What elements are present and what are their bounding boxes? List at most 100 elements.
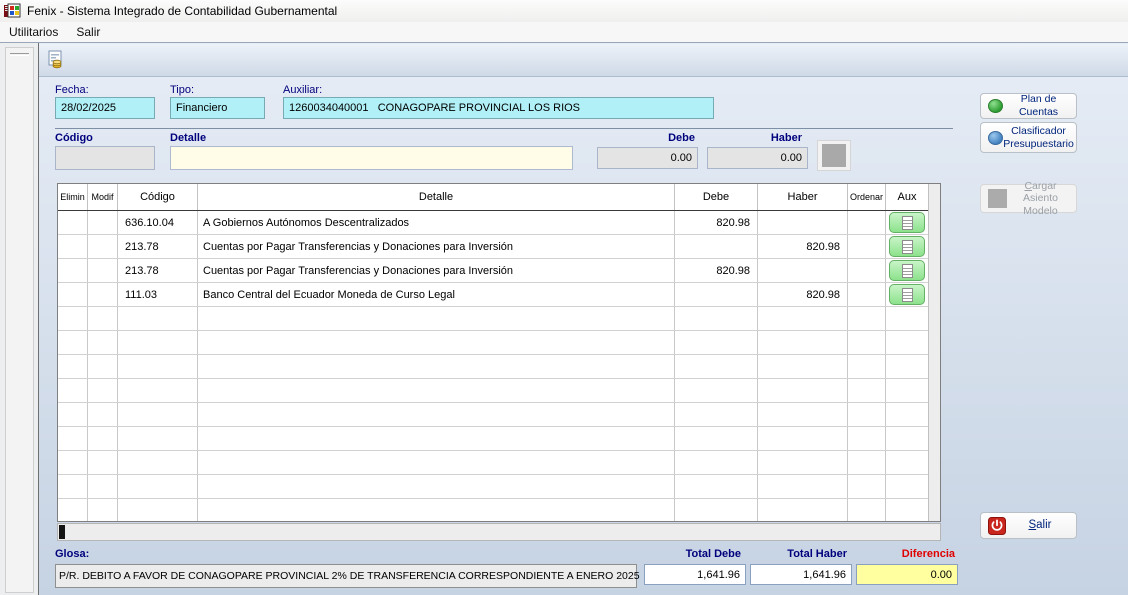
- cell-haber: [758, 355, 848, 378]
- cell-ordenar: [848, 259, 886, 282]
- cell-modif: [88, 283, 118, 306]
- cell-detalle: [198, 355, 675, 378]
- green-sphere-icon: [988, 99, 1003, 113]
- salir-button[interactable]: Salir: [980, 512, 1077, 539]
- cell-aux: [886, 355, 928, 378]
- ledger-row[interactable]: 111.03Banco Central del Ecuador Moneda d…: [58, 283, 928, 307]
- cell-debe: [675, 427, 758, 450]
- cell-modif: [88, 331, 118, 354]
- aux-detail-button[interactable]: [889, 284, 925, 305]
- cell-aux: [886, 307, 928, 330]
- cell-modif: [88, 403, 118, 426]
- cell-ordenar: [848, 451, 886, 474]
- total-haber-label: Total Haber: [750, 548, 847, 560]
- cell-debe: 820.98: [675, 259, 758, 282]
- header-haber: Haber: [758, 184, 848, 210]
- collapsed-side-panel[interactable]: [5, 47, 34, 593]
- header-detalle: Detalle: [198, 184, 675, 210]
- ledger-table-body: 636.10.04A Gobiernos Autónomos Descentra…: [58, 211, 928, 521]
- horizontal-scrollbar[interactable]: [57, 523, 941, 541]
- cell-elimin: [58, 403, 88, 426]
- glosa-input[interactable]: P/R. DEBITO A FAVOR DE CONAGOPARE PROVIN…: [55, 564, 637, 588]
- cell-elimin: [58, 427, 88, 450]
- cell-elimin: [58, 331, 88, 354]
- document-lines-icon: [902, 240, 913, 254]
- cell-detalle: Cuentas por Pagar Transferencias y Donac…: [198, 235, 675, 258]
- ledger-row[interactable]: 213.78Cuentas por Pagar Transferencias y…: [58, 259, 928, 283]
- cell-elimin: [58, 235, 88, 258]
- add-line-button[interactable]: [817, 140, 851, 171]
- fecha-label: Fecha:: [55, 84, 89, 96]
- panel-grip-handle[interactable]: [10, 53, 29, 56]
- cell-haber: [758, 211, 848, 234]
- cell-modif: [88, 427, 118, 450]
- cell-elimin: [58, 451, 88, 474]
- total-debe-field: 1,641.96: [644, 564, 746, 585]
- aux-detail-button[interactable]: [889, 260, 925, 281]
- ledger-row[interactable]: 213.78Cuentas por Pagar Transferencias y…: [58, 235, 928, 259]
- haber-label: Haber: [747, 132, 802, 144]
- aux-detail-button[interactable]: [889, 236, 925, 257]
- menu-salir[interactable]: Salir: [67, 23, 109, 41]
- cell-debe: [675, 451, 758, 474]
- glosa-text: P/R. DEBITO A FAVOR DE CONAGOPARE PROVIN…: [59, 570, 640, 582]
- clasificador-presupuestario-button[interactable]: Clasificador Presupuestario: [980, 122, 1077, 153]
- cell-debe: [675, 475, 758, 498]
- header-aux: Aux: [886, 184, 928, 210]
- aux-detail-button[interactable]: [889, 212, 925, 233]
- vertical-scrollbar[interactable]: [928, 184, 940, 521]
- menu-utilitarios[interactable]: Utilitarios: [0, 23, 67, 41]
- clasificador-label: Clasificador Presupuestario: [1003, 124, 1076, 151]
- ledger-row-empty: [58, 331, 928, 355]
- ledger-table: Elimin Modif Código Detalle Debe Haber O…: [57, 183, 941, 522]
- header-elimin: Elimin: [58, 184, 88, 210]
- cell-detalle: [198, 451, 675, 474]
- cell-codigo: [118, 355, 198, 378]
- cell-detalle: A Gobiernos Autónomos Descentralizados: [198, 211, 675, 234]
- cell-detalle: [198, 403, 675, 426]
- cell-aux: [886, 427, 928, 450]
- fecha-field[interactable]: 28/02/2025: [55, 97, 155, 119]
- cell-modif: [88, 379, 118, 402]
- horizontal-scrollbar-thumb[interactable]: [59, 525, 65, 539]
- diferencia-label: Diferencia: [856, 548, 955, 560]
- ledger-row-empty: [58, 499, 928, 521]
- gray-square-icon: [988, 189, 1007, 208]
- cell-ordenar: [848, 403, 886, 426]
- diferencia-field: 0.00: [856, 564, 958, 585]
- ledger-row-empty: [58, 379, 928, 403]
- ledger-row[interactable]: 636.10.04A Gobiernos Autónomos Descentra…: [58, 211, 928, 235]
- cell-detalle: Banco Central del Ecuador Moneda de Curs…: [198, 283, 675, 306]
- document-lines-icon: [902, 216, 913, 230]
- cell-ordenar: [848, 379, 886, 402]
- tipo-field[interactable]: Financiero: [170, 97, 265, 119]
- ledger-row-empty: [58, 355, 928, 379]
- cell-ordenar: [848, 475, 886, 498]
- cell-aux: [886, 331, 928, 354]
- cell-modif: [88, 259, 118, 282]
- detalle-label: Detalle: [170, 132, 206, 144]
- plan-de-cuentas-button[interactable]: Plan de Cuentas: [980, 93, 1077, 119]
- cell-aux: [886, 283, 928, 306]
- cell-haber: [758, 451, 848, 474]
- cell-codigo: 111.03: [118, 283, 198, 306]
- cell-debe: 820.98: [675, 211, 758, 234]
- cargar-asiento-label: Cargar Asiento Modelo: [1007, 179, 1076, 219]
- cell-elimin: [58, 307, 88, 330]
- toolbar: [39, 44, 1128, 77]
- cell-ordenar: [848, 211, 886, 234]
- detalle-input[interactable]: [170, 146, 573, 170]
- haber-input[interactable]: 0.00: [707, 147, 808, 169]
- debe-input[interactable]: 0.00: [597, 147, 698, 169]
- auxiliar-field[interactable]: 1260034040001 CONAGOPARE PROVINCIAL LOS …: [283, 97, 714, 119]
- codigo-input[interactable]: [55, 146, 155, 170]
- cell-modif: [88, 451, 118, 474]
- new-entry-tool-button[interactable]: [44, 49, 68, 73]
- cell-elimin: [58, 355, 88, 378]
- cell-codigo: [118, 403, 198, 426]
- power-icon: [988, 517, 1006, 535]
- cell-haber: [758, 307, 848, 330]
- plan-de-cuentas-label: Plan de Cuentas: [1003, 92, 1076, 119]
- cell-modif: [88, 211, 118, 234]
- cell-ordenar: [848, 307, 886, 330]
